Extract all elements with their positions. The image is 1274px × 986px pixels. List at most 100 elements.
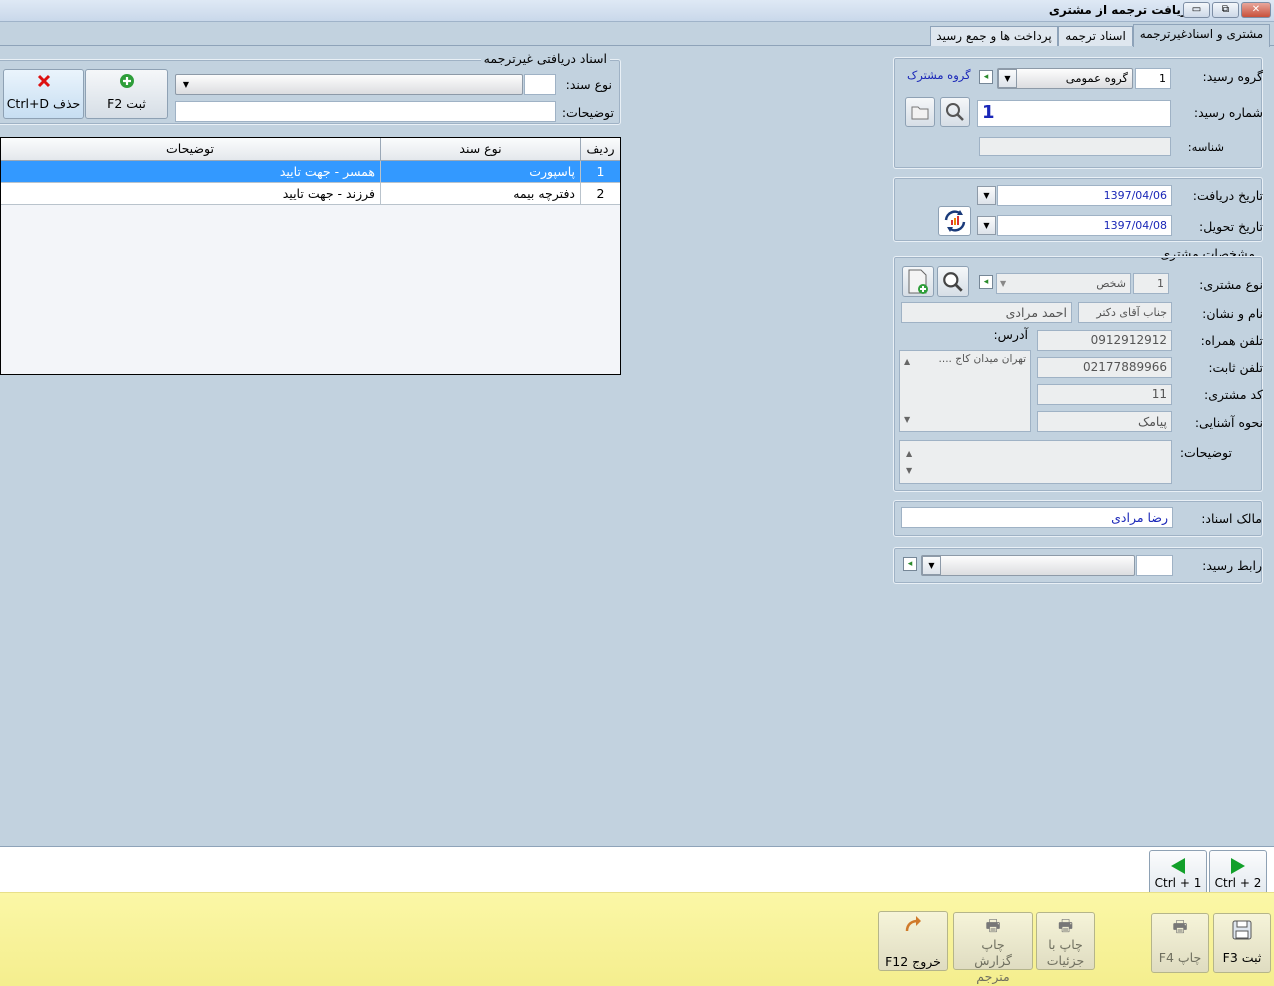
previous-page-button[interactable]: Ctrl + 1 (1149, 850, 1207, 895)
documents-grid[interactable]: ردیف نوع سند توضیحات 1 پاسپورت همسر - جه… (0, 137, 621, 375)
chevron-down-icon: ▼ (922, 556, 941, 575)
exit-button[interactable]: خروج F12 (878, 911, 948, 971)
receipt-id-input[interactable] (979, 137, 1171, 156)
save-document-button[interactable]: ثبت F2 (85, 69, 168, 119)
print-label: چاپ F4 (1158, 950, 1202, 965)
mobile-input[interactable]: 0912912912 (1037, 330, 1172, 351)
tab-payments[interactable]: پرداخت ها و جمع رسید (930, 26, 1058, 46)
customer-notes-textarea[interactable]: ▲ ▼ (899, 440, 1172, 484)
scroll-down-icon[interactable]: ▼ (906, 461, 912, 480)
tab-customer-documents[interactable]: مشتری و اسنادغیرترجمه (1133, 24, 1270, 47)
customer-code-input[interactable]: 11 (1037, 384, 1172, 405)
restore-button[interactable]: ⧉ (1212, 2, 1239, 18)
plus-icon (119, 74, 134, 88)
doc-type-select[interactable]: ▼ (175, 74, 523, 95)
delete-document-button[interactable]: حذف Ctrl+D (3, 69, 84, 119)
nontrans-notes-input[interactable] (175, 101, 556, 122)
column-header-doc-type[interactable]: نوع سند (380, 138, 580, 161)
customer-name-label: نام و نشان: (1202, 306, 1263, 321)
search-icon (946, 103, 964, 121)
print-details-button[interactable]: 🖶 چاپ با جزئیات (1036, 912, 1095, 970)
receipt-group-code[interactable]: 1 (1135, 68, 1171, 89)
customer-type-select[interactable]: شخص ▼ (996, 273, 1131, 294)
row-notes: فرزند - جهت تایید (1, 183, 380, 204)
receipt-number-input[interactable]: 1 (977, 100, 1171, 127)
customer-notes-label: توضیحات: (1179, 445, 1232, 460)
tab-translation-documents[interactable]: اسناد ترجمه (1058, 26, 1133, 46)
print-translator-report-button[interactable]: 🖶 چاپ گزارش مترجم (953, 912, 1033, 984)
refresh-date-button[interactable] (938, 206, 971, 236)
receipt-group-label: گروه رسید: (1202, 69, 1263, 84)
row-index: 2 (580, 183, 620, 204)
broker-select[interactable]: ▼ (921, 555, 1135, 576)
chevron-down-icon: ▼ (998, 69, 1017, 88)
mobile-label: تلفن همراه: (1200, 333, 1263, 348)
referral-input[interactable]: پیامک (1037, 411, 1172, 432)
close-button[interactable]: ✕ (1241, 2, 1271, 18)
search-customer-button[interactable] (937, 266, 969, 297)
broker-label: رابط رسید: (1202, 558, 1262, 573)
save-receipt-label: ثبت F3 (1222, 950, 1262, 965)
save-document-label: ثبت F2 (107, 96, 146, 111)
table-row[interactable]: 2 دفترچه بیمه فرزند - جهت تایید (1, 183, 620, 205)
add-broker-icon[interactable]: ◂ (903, 557, 917, 571)
row-doc-type: پاسپورت (380, 161, 580, 182)
folder-icon (911, 106, 929, 120)
printer-icon: 🖶 (1057, 916, 1074, 935)
delivery-date-dropdown[interactable]: ▼ (977, 216, 996, 235)
receipt-group-value: گروه عمومی (1065, 71, 1128, 85)
print-details-label: چاپ با جزئیات (1046, 937, 1085, 968)
print-translator-report-label: چاپ گزارش مترجم (974, 937, 1012, 984)
minimize-button[interactable]: ▭ (1183, 2, 1210, 18)
delete-document-label: حذف Ctrl+D (6, 96, 81, 111)
add-group-icon[interactable]: ◂ (979, 70, 993, 84)
save-receipt-button[interactable]: ثبت F3 (1213, 913, 1271, 973)
address-label: آدرس: (993, 327, 1028, 342)
doc-type-label: نوع سند: (565, 77, 612, 92)
receive-date-dropdown[interactable]: ▼ (977, 186, 996, 205)
customer-type-label: نوع مشتری: (1199, 277, 1263, 292)
table-row[interactable]: 1 پاسپورت همسر - جهت تایید (1, 161, 620, 183)
window-title: دریافت ترجمه از مشتری (1048, 3, 1194, 17)
scroll-up-icon[interactable]: ▲ (904, 354, 910, 370)
phone-label: تلفن ثابت: (1208, 360, 1263, 375)
print-button[interactable]: 🖶 چاپ F4 (1151, 913, 1209, 973)
exit-arrow-icon (905, 916, 921, 932)
previous-page-label: Ctrl + 1 (1154, 876, 1202, 890)
delete-icon (37, 74, 50, 88)
owner-input[interactable]: رضا مرادی (901, 507, 1173, 528)
add-type-icon[interactable]: ◂ (979, 275, 993, 289)
delivery-date-input[interactable]: 1397/04/08 (997, 215, 1172, 236)
column-header-notes[interactable]: توضیحات (1, 138, 380, 161)
row-notes: همسر - جهت تایید (1, 161, 380, 182)
search-receipt-button[interactable] (940, 97, 970, 127)
scroll-down-icon[interactable]: ▼ (904, 412, 910, 428)
search-icon (943, 272, 963, 292)
arrow-left-icon (1171, 858, 1185, 874)
floppy-disk-icon (1232, 920, 1252, 940)
receipt-id-label: شناسه: (1187, 140, 1224, 154)
next-page-button[interactable]: Ctrl + 2 (1209, 850, 1267, 895)
doc-type-code-input[interactable] (524, 74, 556, 95)
customer-name-input[interactable]: احمد مرادی (901, 302, 1072, 323)
printer-icon: 🖶 (985, 916, 1001, 935)
customer-title-input[interactable]: جناب آقای دکتر (1078, 302, 1172, 323)
chevron-down-icon: ▼ (1000, 279, 1007, 288)
receipt-group-select[interactable]: ▼ گروه عمومی (997, 68, 1133, 89)
open-folder-button[interactable] (905, 97, 935, 127)
customer-group-link[interactable]: گروه مشترک (907, 68, 971, 82)
add-customer-button[interactable] (902, 266, 934, 297)
receive-date-input[interactable]: 1397/04/06 (997, 185, 1172, 206)
chevron-down-icon: ▼ (182, 80, 190, 89)
arrow-right-icon (1231, 858, 1245, 874)
broker-code-input[interactable] (1136, 555, 1173, 576)
customer-type-value: شخص (1096, 277, 1126, 290)
owner-label: مالک اسناد: (1201, 511, 1262, 526)
bottom-toolbar: ثبت F3 🖶 چاپ F4 🖶 چاپ با جزئیات 🖶 چاپ گز… (0, 892, 1274, 986)
row-doc-type: دفترچه بیمه (380, 183, 580, 204)
address-textarea[interactable]: تهران میدان کاج .... ▲ ▼ (899, 350, 1031, 432)
customer-type-code[interactable]: 1 (1133, 273, 1169, 294)
column-header-index[interactable]: ردیف (580, 138, 620, 161)
phone-input[interactable]: 02177889966 (1037, 357, 1172, 378)
receipt-number-label: شماره رسید: (1193, 105, 1263, 120)
